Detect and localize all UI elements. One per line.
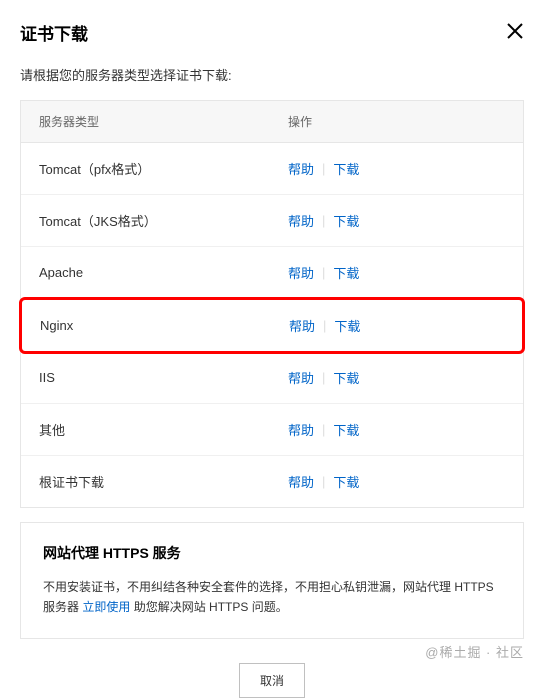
server-type-label: Apache	[21, 249, 270, 296]
table-row: IIS 帮助 | 下载	[21, 352, 523, 404]
download-link[interactable]: 下载	[333, 211, 359, 230]
download-link[interactable]: 下载	[333, 472, 359, 491]
info-text-after: 助您解决网站 HTTPS 问题。	[130, 600, 287, 614]
action-cell: 帮助 | 下载	[270, 143, 523, 194]
action-divider: |	[322, 474, 325, 489]
help-link[interactable]: 帮助	[288, 368, 314, 387]
info-title: 网站代理 HTTPS 服务	[43, 543, 501, 563]
dialog-header: 证书下载	[20, 20, 524, 45]
cert-table: 服务器类型 操作 Tomcat（pfx格式）帮助|下载Tomcat（JKS格式）…	[20, 100, 524, 508]
action-divider: |	[322, 213, 325, 228]
action-cell: 帮助 | 下载	[270, 352, 523, 403]
help-link[interactable]: 帮助	[288, 420, 314, 439]
help-link[interactable]: 帮助	[288, 159, 314, 178]
action-cell: 帮助 | 下载	[270, 195, 523, 246]
action-divider: |	[323, 318, 326, 333]
server-type-label: Tomcat（pfx格式）	[21, 143, 270, 194]
download-link[interactable]: 下载	[333, 263, 359, 282]
help-link[interactable]: 帮助	[288, 211, 314, 230]
server-type-label: 其他	[21, 404, 270, 455]
table-row: 其他帮助 | 下载	[21, 404, 523, 456]
server-type-label: IIS	[21, 354, 270, 401]
dialog-footer: 取消	[20, 663, 524, 698]
use-now-link[interactable]: 立即使用	[82, 600, 130, 614]
help-link[interactable]: 帮助	[288, 263, 314, 282]
action-divider: |	[322, 161, 325, 176]
action-divider: |	[322, 370, 325, 385]
help-link[interactable]: 帮助	[288, 472, 314, 491]
https-proxy-info: 网站代理 HTTPS 服务 不用安装证书，不用纠结各种安全套件的选择，不用担心私…	[20, 522, 524, 639]
server-type-label: Nginx	[22, 302, 271, 349]
table-row: Tomcat（JKS格式） 帮助 | 下载	[21, 195, 523, 247]
action-cell: 帮助 | 下载	[270, 247, 523, 298]
help-link[interactable]: 帮助	[289, 316, 315, 335]
info-text: 不用安装证书，不用纠结各种安全套件的选择，不用担心私钥泄漏，网站代理 HTTPS…	[43, 577, 501, 618]
table-row: Tomcat（pfx格式） 帮助 | 下载	[21, 143, 523, 195]
action-cell: 帮助 | 下载	[271, 300, 522, 351]
server-type-label: 根证书下载	[21, 456, 270, 507]
action-cell: 帮助 | 下载	[270, 456, 523, 507]
download-link[interactable]: 下载	[333, 159, 359, 178]
table-row: Apache 帮助 | 下载	[21, 247, 523, 299]
col-header-action: 操作	[270, 101, 523, 142]
watermark: @稀土掘 · 社区	[425, 642, 524, 661]
download-link[interactable]: 下载	[333, 368, 359, 387]
table-row: Nginx 帮助 | 下载	[19, 297, 525, 354]
cancel-button[interactable]: 取消	[239, 663, 305, 698]
dialog-title: 证书下载	[20, 20, 88, 45]
action-divider: |	[322, 265, 325, 280]
download-link[interactable]: 下载	[333, 420, 359, 439]
table-header: 服务器类型 操作	[21, 101, 523, 143]
download-link[interactable]: 下载	[334, 316, 360, 335]
dialog-subtitle: 请根据您的服务器类型选择证书下载:	[20, 65, 524, 84]
table-row: 根证书下载帮助 | 下载	[21, 456, 523, 507]
close-icon[interactable]	[506, 22, 524, 44]
action-divider: |	[322, 422, 325, 437]
action-cell: 帮助 | 下载	[270, 404, 523, 455]
server-type-label: Tomcat（JKS格式）	[21, 195, 270, 246]
col-header-type: 服务器类型	[21, 101, 270, 142]
